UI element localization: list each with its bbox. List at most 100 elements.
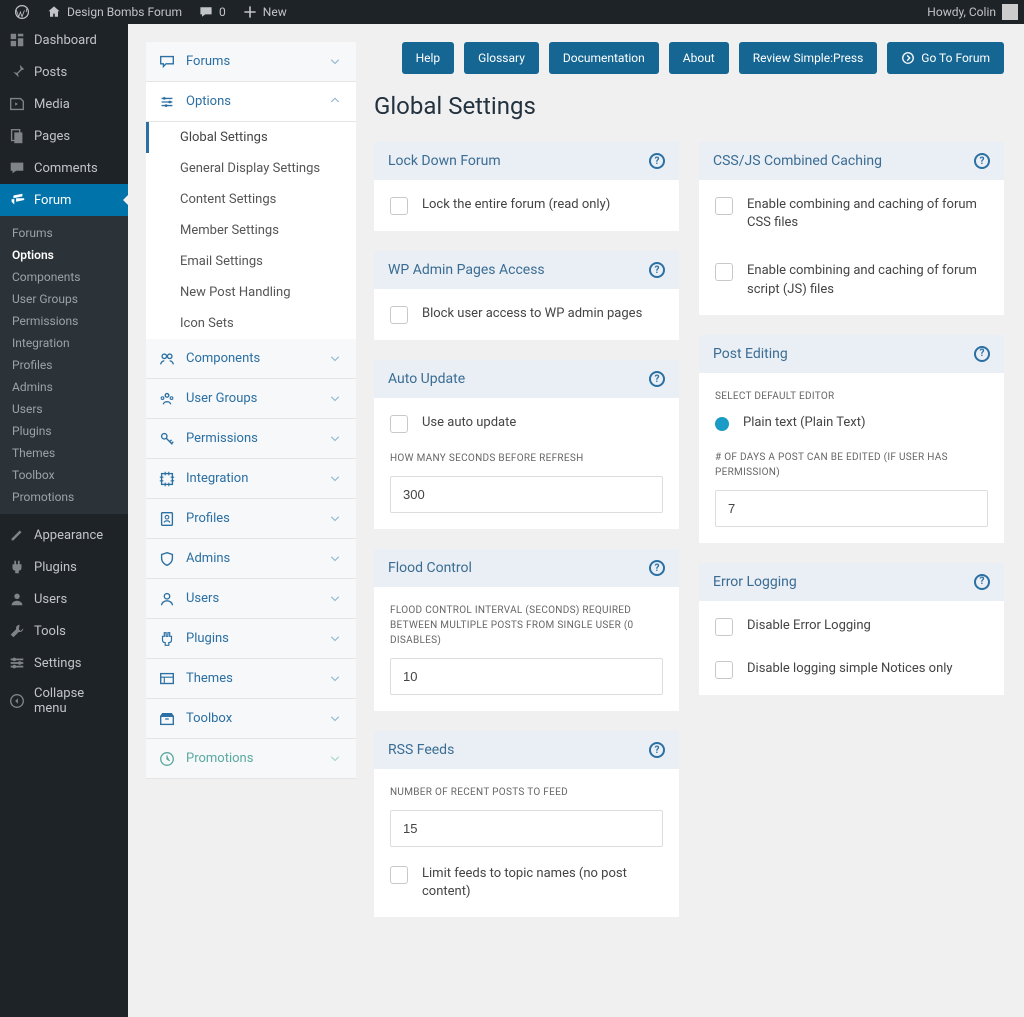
lockdown-checkbox[interactable] [390, 197, 408, 215]
wp-submenu-admins[interactable]: Admins [0, 376, 128, 398]
plaintext-radio[interactable] [715, 417, 729, 431]
sp-section-components[interactable]: Components [146, 339, 356, 379]
wp-submenu-users[interactable]: Users [0, 398, 128, 420]
site-link[interactable]: Design Bombs Forum [38, 0, 190, 24]
wp-submenu-promotions[interactable]: Promotions [0, 486, 128, 508]
help-icon[interactable]: ? [649, 560, 665, 576]
wp-menu-users[interactable]: Users [0, 583, 128, 615]
wp-menu-dashboard[interactable]: Dashboard [0, 24, 128, 56]
sp-option-content-settings[interactable]: Content Settings [146, 184, 356, 215]
sp-section-user-groups[interactable]: User Groups [146, 379, 356, 419]
wp-submenu-forums[interactable]: Forums [0, 222, 128, 244]
topbtn-help[interactable]: Help [402, 42, 455, 74]
help-icon[interactable]: ? [974, 153, 990, 169]
howdy-text[interactable]: Howdy, Colin [927, 5, 996, 19]
cache-js-checkbox[interactable] [715, 263, 733, 281]
sp-option-email-settings[interactable]: Email Settings [146, 246, 356, 277]
flood-interval-input[interactable] [390, 658, 663, 695]
topbtn-go-to-forum[interactable]: Go To Forum [887, 42, 1004, 74]
sp-section-users[interactable]: Users [146, 579, 356, 619]
rss-limit-label: Limit feeds to topic names (no post cont… [422, 865, 663, 901]
rss-count-input[interactable] [390, 810, 663, 847]
sp-section-toolbox[interactable]: Toolbox [146, 699, 356, 739]
sp-option-new-post-handling[interactable]: New Post Handling [146, 277, 356, 308]
topbtn-about[interactable]: About [669, 42, 729, 74]
promo-icon [158, 750, 176, 768]
wp-menu-pages[interactable]: Pages [0, 120, 128, 152]
chevron-icon [326, 593, 344, 605]
new-link[interactable]: New [234, 0, 295, 24]
person-icon [158, 590, 176, 608]
chevron-icon [326, 393, 344, 405]
wp-admin-sidebar: DashboardPostsMediaPagesCommentsForum For… [0, 24, 128, 1017]
chevron-icon [326, 673, 344, 685]
sp-option-general-display-settings[interactable]: General Display Settings [146, 153, 356, 184]
disable-notices-checkbox[interactable] [715, 661, 733, 679]
sp-option-member-settings[interactable]: Member Settings [146, 215, 356, 246]
help-icon[interactable]: ? [974, 574, 990, 590]
chevron-icon [326, 353, 344, 365]
wp-submenu-permissions[interactable]: Permissions [0, 310, 128, 332]
wp-menu-collapse-menu[interactable]: Collapse menu [0, 679, 128, 723]
topbtn-glossary[interactable]: Glossary [464, 42, 539, 74]
sp-section-themes[interactable]: Themes [146, 659, 356, 699]
wp-submenu-user-groups[interactable]: User Groups [0, 288, 128, 310]
sp-section-profiles[interactable]: Profiles [146, 499, 356, 539]
sp-section-permissions[interactable]: Permissions [146, 419, 356, 459]
help-icon[interactable]: ? [649, 371, 665, 387]
wpadmin-label: Block user access to WP admin pages [422, 305, 642, 323]
wp-menu-settings[interactable]: Settings [0, 647, 128, 679]
sp-option-global-settings[interactable]: Global Settings [146, 122, 356, 153]
flood-interval-label: FLOOD CONTROL INTERVAL (SECONDS) REQUIRE… [390, 603, 663, 648]
avatar[interactable] [1002, 4, 1018, 20]
help-icon[interactable]: ? [974, 346, 990, 362]
goto-icon [901, 51, 915, 65]
profile-icon [158, 510, 176, 528]
sp-option-icon-sets[interactable]: Icon Sets [146, 308, 356, 339]
sp-section-plugins[interactable]: Plugins [146, 619, 356, 659]
wp-submenu-profiles[interactable]: Profiles [0, 354, 128, 376]
wp-menu-tools[interactable]: Tools [0, 615, 128, 647]
auto-update-checkbox[interactable] [390, 415, 408, 433]
wp-menu-posts[interactable]: Posts [0, 56, 128, 88]
comments-link[interactable]: 0 [190, 0, 234, 24]
rss-limit-checkbox[interactable] [390, 866, 408, 884]
cache-css-checkbox[interactable] [715, 197, 733, 215]
wp-menu-plugins[interactable]: Plugins [0, 551, 128, 583]
wp-submenu-components[interactable]: Components [0, 266, 128, 288]
topbtn-documentation[interactable]: Documentation [549, 42, 659, 74]
wp-menu-media[interactable]: Media [0, 88, 128, 120]
shield-icon [158, 550, 176, 568]
cache-css-label: Enable combining and caching of forum CS… [747, 196, 988, 232]
sp-section-admins[interactable]: Admins [146, 539, 356, 579]
sp-section-integration[interactable]: Integration [146, 459, 356, 499]
sp-section-promotions[interactable]: Promotions [146, 739, 356, 779]
wp-submenu-options[interactable]: Options [0, 244, 128, 266]
wp-submenu-integration[interactable]: Integration [0, 332, 128, 354]
wp-menu-forum[interactable]: Forum [0, 184, 128, 216]
pluginb-icon [158, 630, 176, 648]
card-title: Flood Control [388, 560, 472, 576]
card-wpadmin: WP Admin Pages Access? Block user access… [374, 251, 679, 340]
card-flood: Flood Control? FLOOD CONTROL INTERVAL (S… [374, 549, 679, 711]
auto-update-label: Use auto update [422, 414, 516, 432]
help-icon[interactable]: ? [649, 262, 665, 278]
sp-section-forums[interactable]: Forums [146, 42, 356, 82]
wp-submenu-toolbox[interactable]: Toolbox [0, 464, 128, 486]
topbtn-review-simple-press[interactable]: Review Simple:Press [739, 42, 878, 74]
wp-menu-appearance[interactable]: Appearance [0, 519, 128, 551]
wp-menu-comments[interactable]: Comments [0, 152, 128, 184]
disable-error-checkbox[interactable] [715, 618, 733, 636]
refresh-seconds-input[interactable] [390, 476, 663, 513]
help-icon[interactable]: ? [649, 153, 665, 169]
wp-logo[interactable] [6, 0, 38, 24]
sp-section-options[interactable]: Options [146, 82, 356, 122]
chevron-icon [326, 633, 344, 645]
wpadmin-checkbox[interactable] [390, 306, 408, 324]
wp-adminbar: Design Bombs Forum 0 New Howdy, Colin [0, 0, 1024, 24]
wp-submenu-plugins[interactable]: Plugins [0, 420, 128, 442]
help-icon[interactable]: ? [649, 742, 665, 758]
card-lockdown: Lock Down Forum? Lock the entire forum (… [374, 142, 679, 231]
wp-submenu-themes[interactable]: Themes [0, 442, 128, 464]
edit-days-input[interactable] [715, 490, 988, 527]
